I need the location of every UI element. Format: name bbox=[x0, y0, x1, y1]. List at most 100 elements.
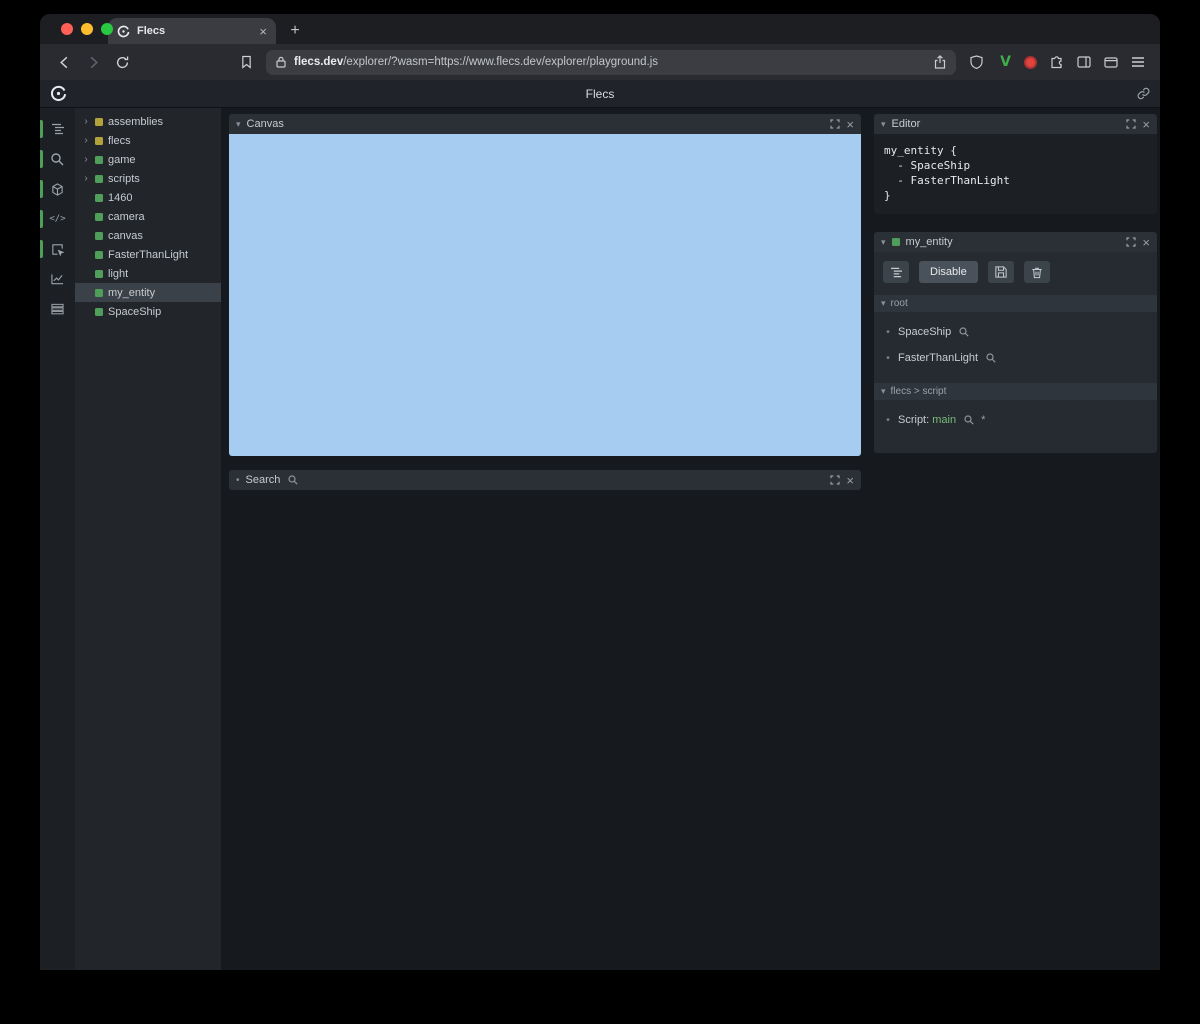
search-icon[interactable] bbox=[986, 353, 996, 363]
chevron-down-icon[interactable]: ▾ bbox=[881, 119, 886, 130]
active-indicator bbox=[40, 210, 43, 228]
expand-icon[interactable] bbox=[1126, 119, 1137, 129]
tree-item-label: my_entity bbox=[108, 286, 156, 299]
tree-item-camera[interactable]: camera bbox=[75, 207, 221, 226]
expand-icon[interactable] bbox=[1126, 237, 1137, 247]
rail-item-inspector[interactable] bbox=[40, 236, 75, 262]
tree-item-light[interactable]: light bbox=[75, 264, 221, 283]
bullet-icon: • bbox=[886, 326, 890, 338]
center-column: ▾ Canvas × • Search × bbox=[221, 108, 869, 970]
rail-item-code[interactable]: </> bbox=[40, 206, 75, 232]
tree-item-assemblies[interactable]: › assemblies bbox=[75, 112, 221, 131]
flecs-logo-icon[interactable] bbox=[50, 85, 67, 102]
entity-tree: › assemblies › flecs › game › scripts 1460 camera… bbox=[75, 108, 221, 970]
tree-item-SpaceShip[interactable]: SpaceShip bbox=[75, 302, 221, 321]
close-window-button[interactable] bbox=[61, 23, 73, 35]
tree-item-canvas[interactable]: canvas bbox=[75, 226, 221, 245]
expand-chevron-icon[interactable]: › bbox=[82, 116, 90, 127]
address-bar[interactable]: flecs.dev/explorer/?wasm=https://www.fle… bbox=[266, 49, 957, 75]
browser-toolbar: flecs.dev/explorer/?wasm=https://www.fle… bbox=[40, 44, 1160, 80]
close-icon[interactable]: × bbox=[846, 118, 854, 131]
component-name: SpaceShip bbox=[898, 326, 952, 338]
webgl-canvas[interactable] bbox=[229, 134, 861, 456]
save-button[interactable] bbox=[987, 261, 1014, 283]
expand-chevron-icon[interactable]: › bbox=[82, 135, 90, 146]
shield-icon[interactable] bbox=[967, 55, 985, 69]
search-panel-title: Search bbox=[245, 474, 281, 486]
tree-item-label: assemblies bbox=[108, 115, 164, 128]
search-icon[interactable] bbox=[959, 327, 969, 337]
section-header[interactable]: ▾ flecs > script bbox=[874, 383, 1157, 400]
entity-toolbar: Disable bbox=[874, 252, 1157, 291]
component-item: • Script: main * bbox=[884, 407, 1157, 433]
close-icon[interactable]: × bbox=[846, 474, 854, 487]
canvas-panel-header[interactable]: ▾ Canvas × bbox=[229, 114, 861, 134]
logs-icon bbox=[51, 303, 64, 315]
tree-item-label: camera bbox=[108, 210, 145, 223]
zoom-window-button[interactable] bbox=[101, 23, 113, 35]
back-button[interactable] bbox=[55, 55, 73, 70]
minimize-window-button[interactable] bbox=[81, 23, 93, 35]
component-name: Script: main bbox=[898, 414, 957, 426]
editor-panel-header[interactable]: ▾ Editor × bbox=[874, 114, 1157, 134]
tree-item-flecs[interactable]: › flecs bbox=[75, 131, 221, 150]
url-domain: flecs.dev bbox=[294, 56, 344, 68]
search-icon[interactable] bbox=[964, 415, 974, 425]
red-extension-icon[interactable] bbox=[1024, 55, 1037, 69]
expand-icon[interactable] bbox=[830, 119, 841, 129]
rail-item-logs[interactable] bbox=[40, 296, 75, 322]
chevron-down-icon: ▾ bbox=[881, 386, 886, 396]
v-extension-icon[interactable]: V bbox=[1000, 54, 1011, 70]
tab-close-icon[interactable]: × bbox=[259, 25, 267, 38]
chevron-down-icon[interactable]: ▾ bbox=[236, 119, 241, 130]
tree-item-scripts[interactable]: › scripts bbox=[75, 169, 221, 188]
section-title: flecs > script bbox=[890, 386, 947, 397]
edit-script-icon[interactable]: * bbox=[981, 414, 985, 426]
forward-button[interactable] bbox=[84, 55, 102, 70]
reload-button[interactable] bbox=[113, 55, 131, 70]
component-item: • FasterThanLight bbox=[884, 345, 1157, 371]
delete-button[interactable] bbox=[1023, 261, 1050, 283]
search-panel-header[interactable]: • Search × bbox=[229, 470, 861, 490]
tab-favicon-icon bbox=[117, 25, 130, 38]
tree-item-game[interactable]: › game bbox=[75, 150, 221, 169]
bookmark-icon[interactable] bbox=[237, 55, 255, 69]
entity-panel-header[interactable]: ▾ my_entity × bbox=[874, 232, 1157, 252]
disable-button[interactable]: Disable bbox=[919, 261, 978, 283]
editor-code[interactable]: my_entity { - SpaceShip - FasterThanLigh… bbox=[874, 134, 1157, 214]
search-panel: • Search × bbox=[229, 470, 861, 490]
tree-item-label: scripts bbox=[108, 172, 140, 185]
expand-chevron-icon[interactable]: › bbox=[82, 154, 90, 165]
wallet-icon[interactable] bbox=[1104, 56, 1118, 68]
bullet-icon: • bbox=[886, 352, 890, 364]
rail-item-tree[interactable] bbox=[40, 116, 75, 142]
entity-color-square bbox=[95, 136, 103, 145]
expand-chevron-icon[interactable]: › bbox=[82, 173, 90, 184]
entity-sections: ▾ root • SpaceShip • FasterThanLight ▾ flecs > … bbox=[874, 295, 1157, 441]
tree-item-my_entity[interactable]: my_entity bbox=[75, 283, 221, 302]
tree-item-1460[interactable]: 1460 bbox=[75, 188, 221, 207]
close-icon[interactable]: × bbox=[1142, 118, 1150, 131]
rail-item-entities[interactable] bbox=[40, 176, 75, 202]
puzzle-icon[interactable] bbox=[1050, 55, 1064, 69]
entity-color-square bbox=[95, 288, 103, 297]
search-icon bbox=[51, 152, 64, 166]
section-header[interactable]: ▾ root bbox=[874, 295, 1157, 312]
permalink-icon[interactable] bbox=[1137, 87, 1150, 100]
rail-item-stats[interactable] bbox=[40, 266, 75, 292]
rail-item-search[interactable] bbox=[40, 146, 75, 172]
tree-view-button[interactable] bbox=[883, 261, 909, 283]
close-icon[interactable]: × bbox=[1142, 236, 1150, 249]
new-tab-button[interactable]: + bbox=[282, 18, 308, 44]
tree-item-FasterThanLight[interactable]: FasterThanLight bbox=[75, 245, 221, 264]
chevron-down-icon[interactable]: ▾ bbox=[881, 237, 886, 248]
expand-icon[interactable] bbox=[830, 475, 841, 485]
menu-icon[interactable] bbox=[1131, 57, 1145, 67]
inspector-icon bbox=[51, 243, 64, 256]
sidebar-toggle-icon[interactable] bbox=[1077, 56, 1091, 68]
browser-tab[interactable]: Flecs × bbox=[108, 18, 276, 44]
app-main: </> › assemblies › flecs › game › scripts 1460 ca… bbox=[40, 108, 1160, 970]
browser-window: Flecs × + flecs.dev/explorer/?wasm=https… bbox=[40, 14, 1160, 970]
collapsed-indicator-icon[interactable]: • bbox=[236, 475, 240, 486]
share-icon[interactable] bbox=[934, 55, 946, 69]
